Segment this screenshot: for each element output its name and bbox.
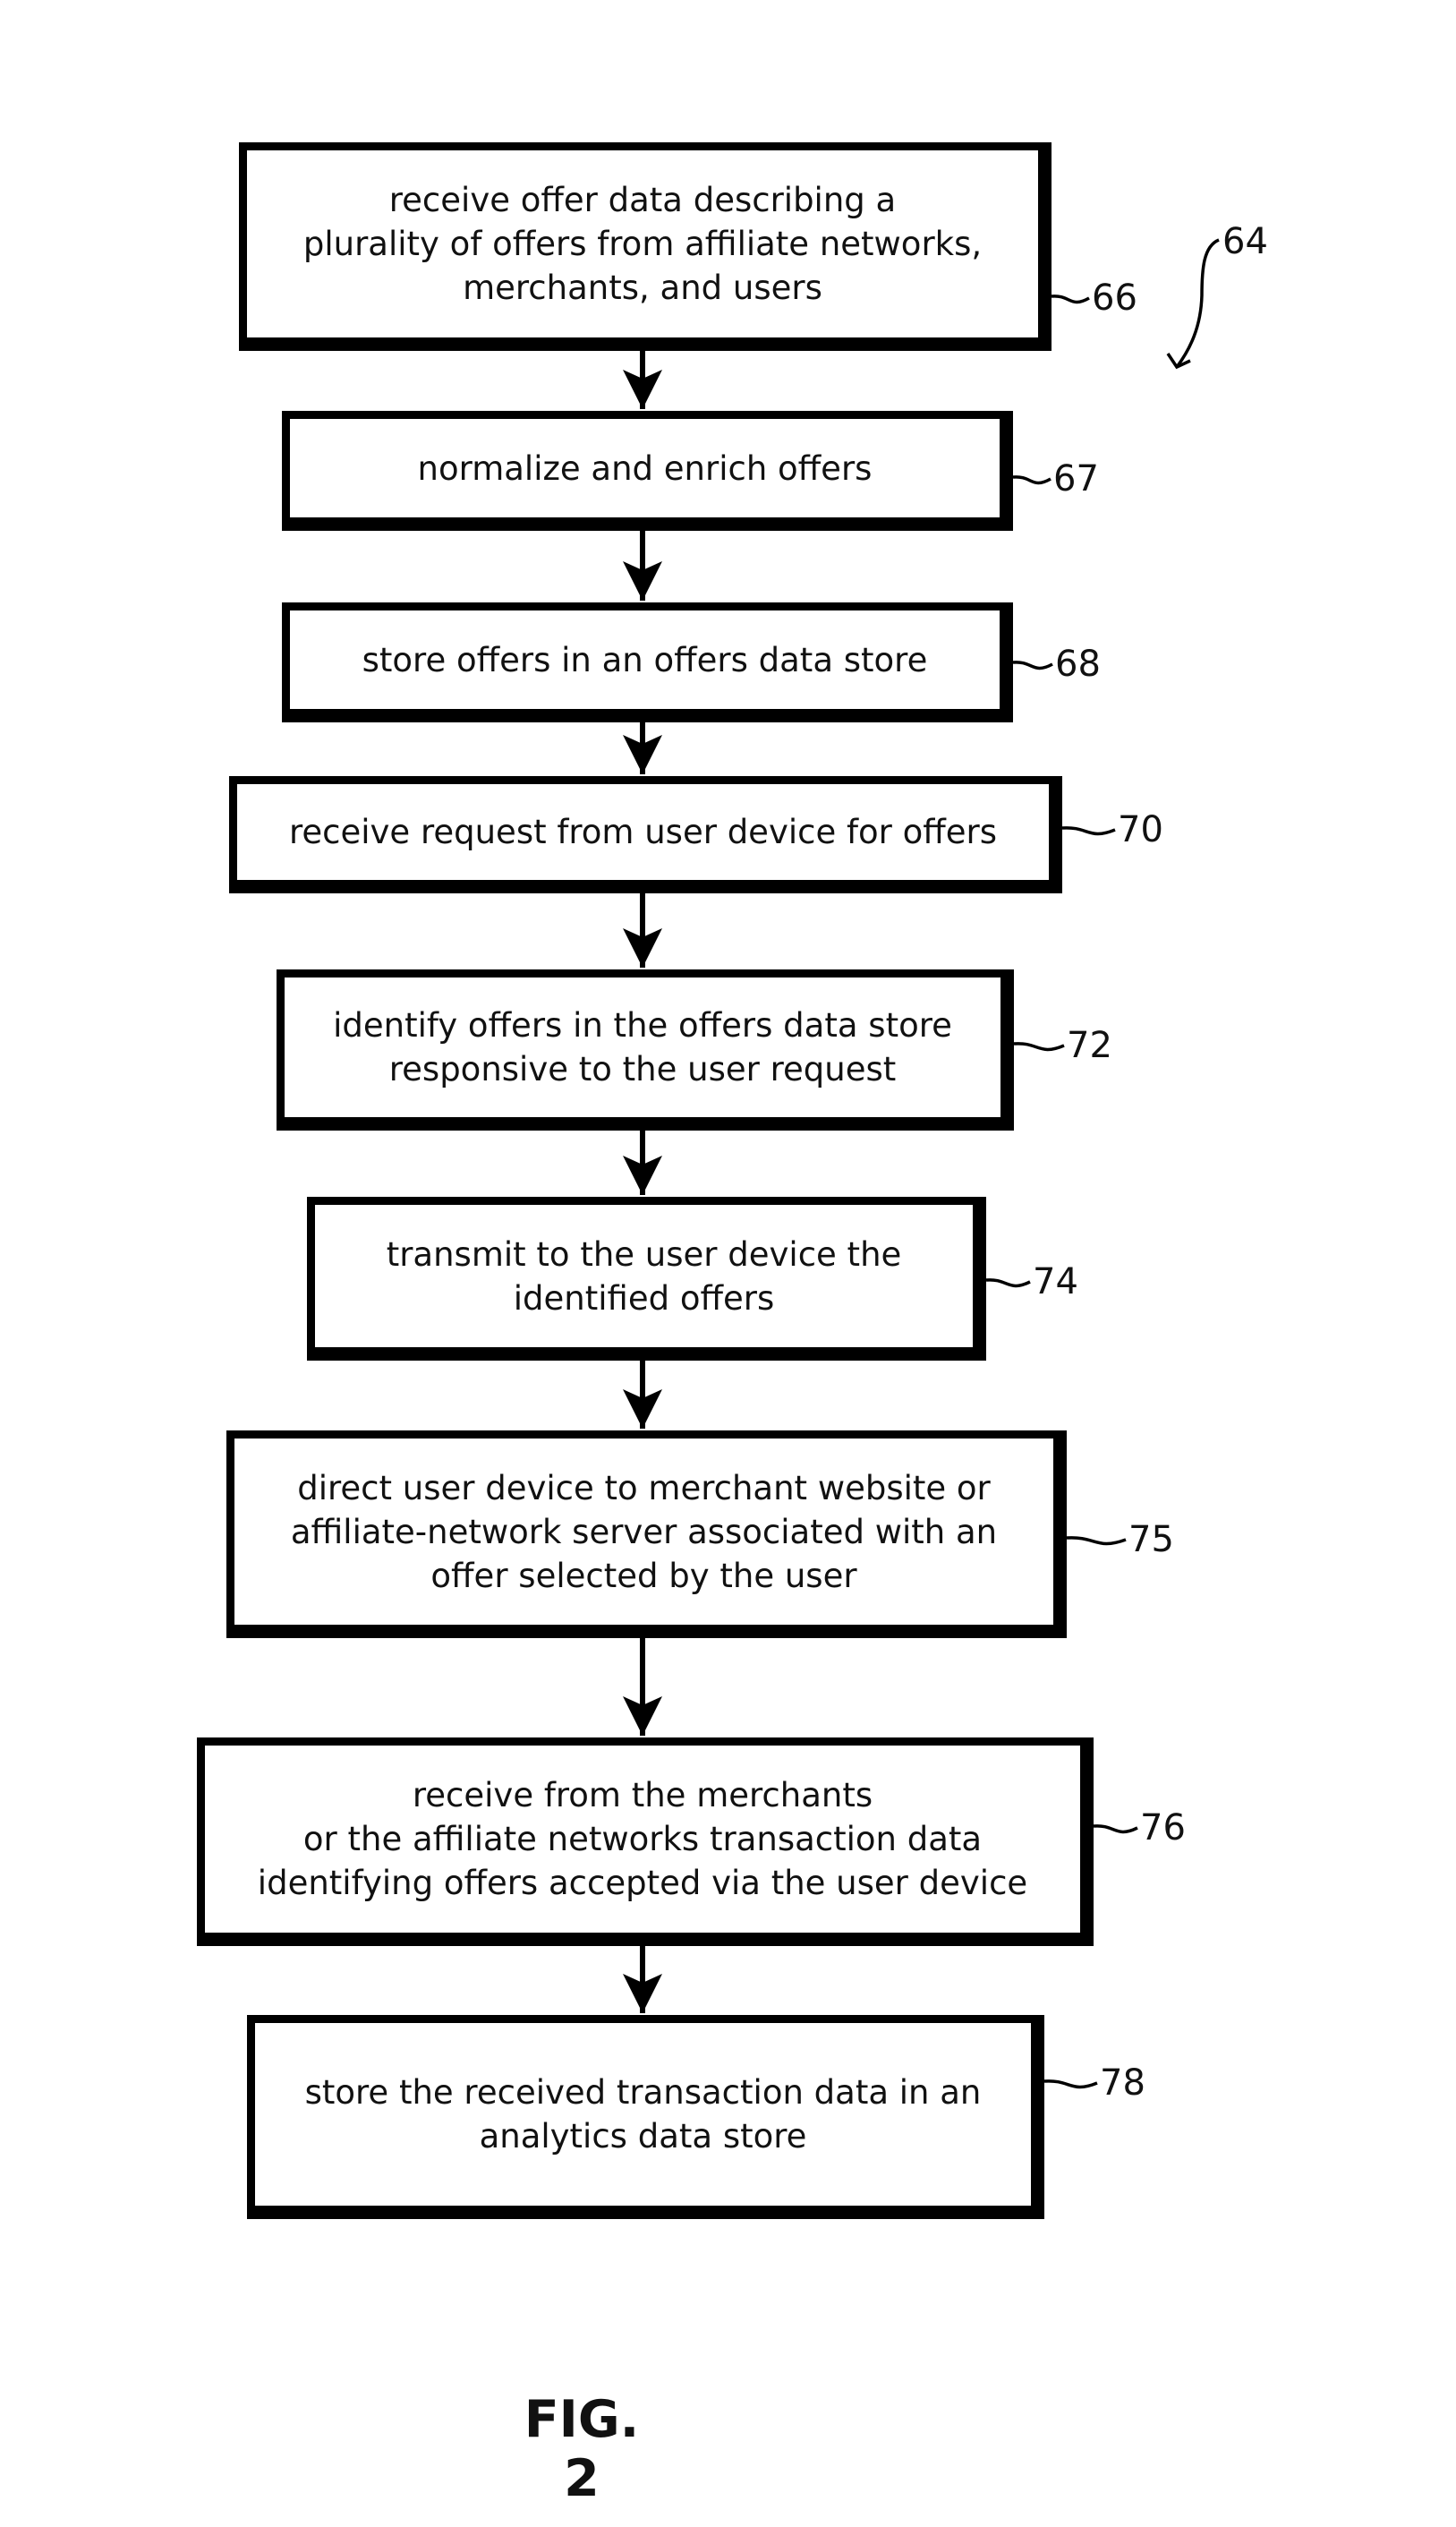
- step-box-72: identify offers in the offers data store…: [277, 969, 1014, 1131]
- step-box-76: receive from the merchants or the affili…: [197, 1737, 1094, 1946]
- ref-label-67: 67: [1053, 458, 1099, 499]
- leader-line-72: [1013, 1042, 1065, 1052]
- ref-label-74: 74: [1033, 1261, 1078, 1302]
- ref-label-66: 66: [1092, 277, 1137, 319]
- step-box-78: store the received transaction data in a…: [247, 2015, 1044, 2219]
- ref-label-68: 68: [1055, 644, 1101, 685]
- step-text: transmit to the user device the identifi…: [386, 1234, 902, 1318]
- step-text: receive request from user device for off…: [288, 813, 998, 851]
- step-text: store the received transaction data in a…: [304, 2073, 982, 2156]
- step-text: store offers in an offers data store: [362, 640, 928, 679]
- leader-line-74: [985, 1278, 1031, 1288]
- step-box-75: direct user device to merchant website o…: [226, 1430, 1067, 1638]
- ref-label-72: 72: [1067, 1025, 1112, 1066]
- ref-label-64: 64: [1222, 221, 1268, 262]
- step-text: identify offers in the offers data store…: [333, 1006, 952, 1088]
- step-text: direct user device to merchant website o…: [290, 1468, 998, 1595]
- step-box-70: receive request from user device for off…: [229, 776, 1062, 893]
- step-text: receive offer data describing a pluralit…: [302, 181, 983, 307]
- ref-label-78: 78: [1100, 2062, 1145, 2104]
- ref-label-75: 75: [1128, 1519, 1174, 1560]
- step-text: normalize and enrich offers: [417, 448, 873, 488]
- leader-line-67: [1012, 475, 1052, 485]
- step-text: receive from the merchants or the affili…: [257, 1776, 1028, 1902]
- process-ref-arrowhead-64: [1166, 353, 1191, 370]
- leader-line-78: [1043, 2079, 1098, 2089]
- leader-line-66: [1051, 295, 1090, 304]
- leader-line-70: [1061, 826, 1116, 836]
- process-ref-arrow-64: [1175, 238, 1220, 369]
- leader-line-76: [1093, 1824, 1138, 1834]
- figure-title: FIG. 2: [524, 2390, 640, 2508]
- leader-line-75: [1066, 1536, 1127, 1546]
- step-box-66: receive offer data describing a pluralit…: [239, 142, 1052, 351]
- ref-label-76: 76: [1140, 1807, 1186, 1848]
- ref-label-70: 70: [1118, 809, 1163, 850]
- step-box-68: store offers in an offers data store: [282, 602, 1013, 722]
- step-box-74: transmit to the user device the identifi…: [307, 1197, 986, 1361]
- step-box-67: normalize and enrich offers: [282, 411, 1013, 531]
- leader-line-68: [1012, 661, 1053, 670]
